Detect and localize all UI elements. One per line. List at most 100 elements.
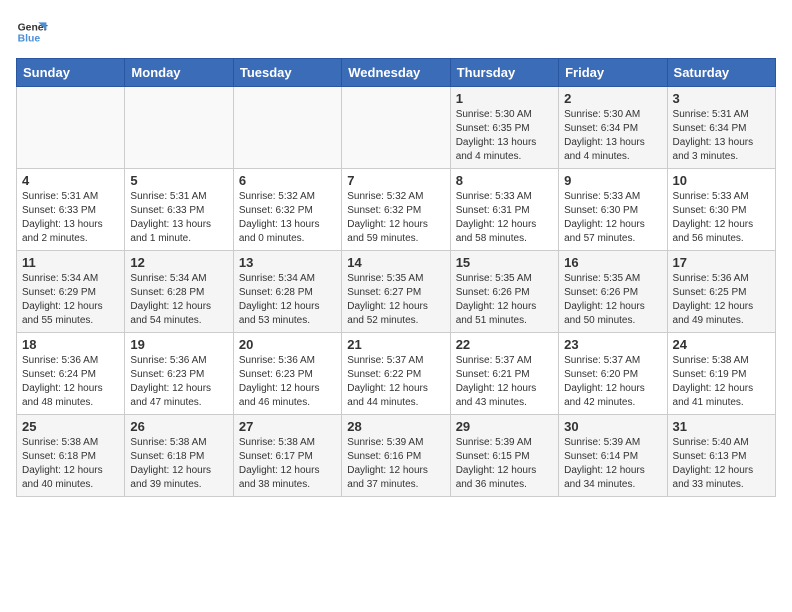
day-info: Sunrise: 5:30 AM Sunset: 6:34 PM Dayligh… — [564, 108, 661, 164]
svg-text:Blue: Blue — [18, 34, 41, 45]
calendar-cell: 22 Sunrise: 5:37 AM Sunset: 6:21 PM Dayli… — [450, 333, 558, 415]
day-number: 26 — [130, 419, 227, 434]
day-number: 13 — [239, 255, 336, 270]
calendar-header-thursday: Thursday — [450, 59, 558, 87]
calendar-cell: 29Sunrise: 5:39 AM Sunset: 6:15 PM Dayli… — [450, 415, 558, 497]
day-info: Sunrise: 5:36 AM Sunset: 6:24 PM Dayligh… — [22, 354, 119, 410]
calendar-cell: 15 Sunrise: 5:35 AM Sunset: 6:26 PM Dayli… — [450, 251, 558, 333]
calendar-cell: 13 Sunrise: 5:34 AM Sunset: 6:28 PM Dayli… — [233, 251, 341, 333]
day-info: Sunrise: 5:31 AM Sunset: 6:34 PM Dayligh… — [673, 108, 770, 164]
day-info: Sunrise: 5:37 AM Sunset: 6:20 PM Dayligh… — [564, 354, 661, 410]
day-number: 18 — [22, 337, 119, 352]
calendar-cell: 18 Sunrise: 5:36 AM Sunset: 6:24 PM Dayli… — [17, 333, 125, 415]
day-info: Sunrise: 5:39 AM Sunset: 6:16 PM Dayligh… — [347, 436, 444, 492]
calendar-week-row: 25 Sunrise: 5:38 AM Sunset: 6:18 PM Dayli… — [17, 415, 776, 497]
calendar-week-row: 11 Sunrise: 5:34 AM Sunset: 6:29 PM Dayli… — [17, 251, 776, 333]
day-number: 12 — [130, 255, 227, 270]
logo: General Blue — [16, 16, 48, 48]
calendar-cell: 9Sunrise: 5:33 AM Sunset: 6:30 PM Daylig… — [559, 169, 667, 251]
calendar-cell: 31 Sunrise: 5:40 AM Sunset: 6:13 PM Dayli… — [667, 415, 775, 497]
logo-icon: General Blue — [16, 16, 48, 48]
day-number: 11 — [22, 255, 119, 270]
calendar-header-sunday: Sunday — [17, 59, 125, 87]
day-number: 31 — [673, 419, 770, 434]
calendar-header-tuesday: Tuesday — [233, 59, 341, 87]
calendar-cell: 26 Sunrise: 5:38 AM Sunset: 6:18 PM Dayli… — [125, 415, 233, 497]
calendar-cell: 24Sunrise: 5:38 AM Sunset: 6:19 PM Dayli… — [667, 333, 775, 415]
day-number: 5 — [130, 173, 227, 188]
day-number: 1 — [456, 91, 553, 106]
day-info: Sunrise: 5:37 AM Sunset: 6:21 PM Dayligh… — [456, 354, 553, 410]
calendar-cell — [233, 87, 341, 169]
calendar-cell: 6 Sunrise: 5:32 AM Sunset: 6:32 PM Daylig… — [233, 169, 341, 251]
day-number: 23 — [564, 337, 661, 352]
day-number: 16 — [564, 255, 661, 270]
day-info: Sunrise: 5:35 AM Sunset: 6:26 PM Dayligh… — [456, 272, 553, 328]
day-info: Sunrise: 5:32 AM Sunset: 6:32 PM Dayligh… — [347, 190, 444, 246]
calendar-week-row: 4 Sunrise: 5:31 AM Sunset: 6:33 PM Daylig… — [17, 169, 776, 251]
calendar-cell: 17 Sunrise: 5:36 AM Sunset: 6:25 PM Dayli… — [667, 251, 775, 333]
calendar-cell: 11 Sunrise: 5:34 AM Sunset: 6:29 PM Dayli… — [17, 251, 125, 333]
calendar-cell: 23 Sunrise: 5:37 AM Sunset: 6:20 PM Dayli… — [559, 333, 667, 415]
day-number: 4 — [22, 173, 119, 188]
day-number: 15 — [456, 255, 553, 270]
day-number: 3 — [673, 91, 770, 106]
day-number: 17 — [673, 255, 770, 270]
day-number: 8 — [456, 173, 553, 188]
day-info: Sunrise: 5:39 AM Sunset: 6:14 PM Dayligh… — [564, 436, 661, 492]
day-number: 14 — [347, 255, 444, 270]
day-number: 20 — [239, 337, 336, 352]
day-number: 25 — [22, 419, 119, 434]
day-info: Sunrise: 5:31 AM Sunset: 6:33 PM Dayligh… — [130, 190, 227, 246]
day-info: Sunrise: 5:36 AM Sunset: 6:25 PM Dayligh… — [673, 272, 770, 328]
day-info: Sunrise: 5:40 AM Sunset: 6:13 PM Dayligh… — [673, 436, 770, 492]
calendar-header-monday: Monday — [125, 59, 233, 87]
day-number: 2 — [564, 91, 661, 106]
day-number: 30 — [564, 419, 661, 434]
calendar-week-row: 18 Sunrise: 5:36 AM Sunset: 6:24 PM Dayli… — [17, 333, 776, 415]
calendar-cell: 20 Sunrise: 5:36 AM Sunset: 6:23 PM Dayli… — [233, 333, 341, 415]
day-info: Sunrise: 5:36 AM Sunset: 6:23 PM Dayligh… — [130, 354, 227, 410]
calendar-cell: 3 Sunrise: 5:31 AM Sunset: 6:34 PM Daylig… — [667, 87, 775, 169]
day-info: Sunrise: 5:33 AM Sunset: 6:31 PM Dayligh… — [456, 190, 553, 246]
calendar-cell: 30 Sunrise: 5:39 AM Sunset: 6:14 PM Dayli… — [559, 415, 667, 497]
calendar-cell: 25 Sunrise: 5:38 AM Sunset: 6:18 PM Dayli… — [17, 415, 125, 497]
calendar-cell: 7 Sunrise: 5:32 AM Sunset: 6:32 PM Daylig… — [342, 169, 450, 251]
calendar-header-saturday: Saturday — [667, 59, 775, 87]
day-number: 21 — [347, 337, 444, 352]
day-number: 22 — [456, 337, 553, 352]
calendar-cell: 10 Sunrise: 5:33 AM Sunset: 6:30 PM Dayli… — [667, 169, 775, 251]
calendar-table: SundayMondayTuesdayWednesdayThursdayFrid… — [16, 58, 776, 497]
day-info: Sunrise: 5:38 AM Sunset: 6:19 PM Dayligh… — [673, 354, 770, 410]
day-info: Sunrise: 5:34 AM Sunset: 6:28 PM Dayligh… — [239, 272, 336, 328]
day-number: 28 — [347, 419, 444, 434]
day-number: 6 — [239, 173, 336, 188]
calendar-cell: 27 Sunrise: 5:38 AM Sunset: 6:17 PM Dayli… — [233, 415, 341, 497]
day-info: Sunrise: 5:34 AM Sunset: 6:29 PM Dayligh… — [22, 272, 119, 328]
calendar-cell: 2 Sunrise: 5:30 AM Sunset: 6:34 PM Daylig… — [559, 87, 667, 169]
day-info: Sunrise: 5:39 AM Sunset: 6:15 PM Dayligh… — [456, 436, 553, 492]
day-info: Sunrise: 5:33 AM Sunset: 6:30 PM Dayligh… — [564, 190, 661, 246]
day-info: Sunrise: 5:36 AM Sunset: 6:23 PM Dayligh… — [239, 354, 336, 410]
day-info: Sunrise: 5:33 AM Sunset: 6:30 PM Dayligh… — [673, 190, 770, 246]
calendar-cell: 12 Sunrise: 5:34 AM Sunset: 6:28 PM Dayli… — [125, 251, 233, 333]
calendar-cell — [17, 87, 125, 169]
calendar-header-row: SundayMondayTuesdayWednesdayThursdayFrid… — [17, 59, 776, 87]
day-info: Sunrise: 5:38 AM Sunset: 6:17 PM Dayligh… — [239, 436, 336, 492]
calendar-cell — [125, 87, 233, 169]
day-number: 19 — [130, 337, 227, 352]
calendar-cell: 21 Sunrise: 5:37 AM Sunset: 6:22 PM Dayli… — [342, 333, 450, 415]
day-number: 27 — [239, 419, 336, 434]
day-info: Sunrise: 5:35 AM Sunset: 6:27 PM Dayligh… — [347, 272, 444, 328]
day-number: 7 — [347, 173, 444, 188]
day-info: Sunrise: 5:38 AM Sunset: 6:18 PM Dayligh… — [130, 436, 227, 492]
day-info: Sunrise: 5:32 AM Sunset: 6:32 PM Dayligh… — [239, 190, 336, 246]
calendar-header-wednesday: Wednesday — [342, 59, 450, 87]
day-info: Sunrise: 5:37 AM Sunset: 6:22 PM Dayligh… — [347, 354, 444, 410]
day-info: Sunrise: 5:38 AM Sunset: 6:18 PM Dayligh… — [22, 436, 119, 492]
calendar-cell: 28 Sunrise: 5:39 AM Sunset: 6:16 PM Dayli… — [342, 415, 450, 497]
page-header: General Blue — [16, 16, 776, 48]
calendar-cell: 1Sunrise: 5:30 AM Sunset: 6:35 PM Daylig… — [450, 87, 558, 169]
day-number: 10 — [673, 173, 770, 188]
day-info: Sunrise: 5:34 AM Sunset: 6:28 PM Dayligh… — [130, 272, 227, 328]
